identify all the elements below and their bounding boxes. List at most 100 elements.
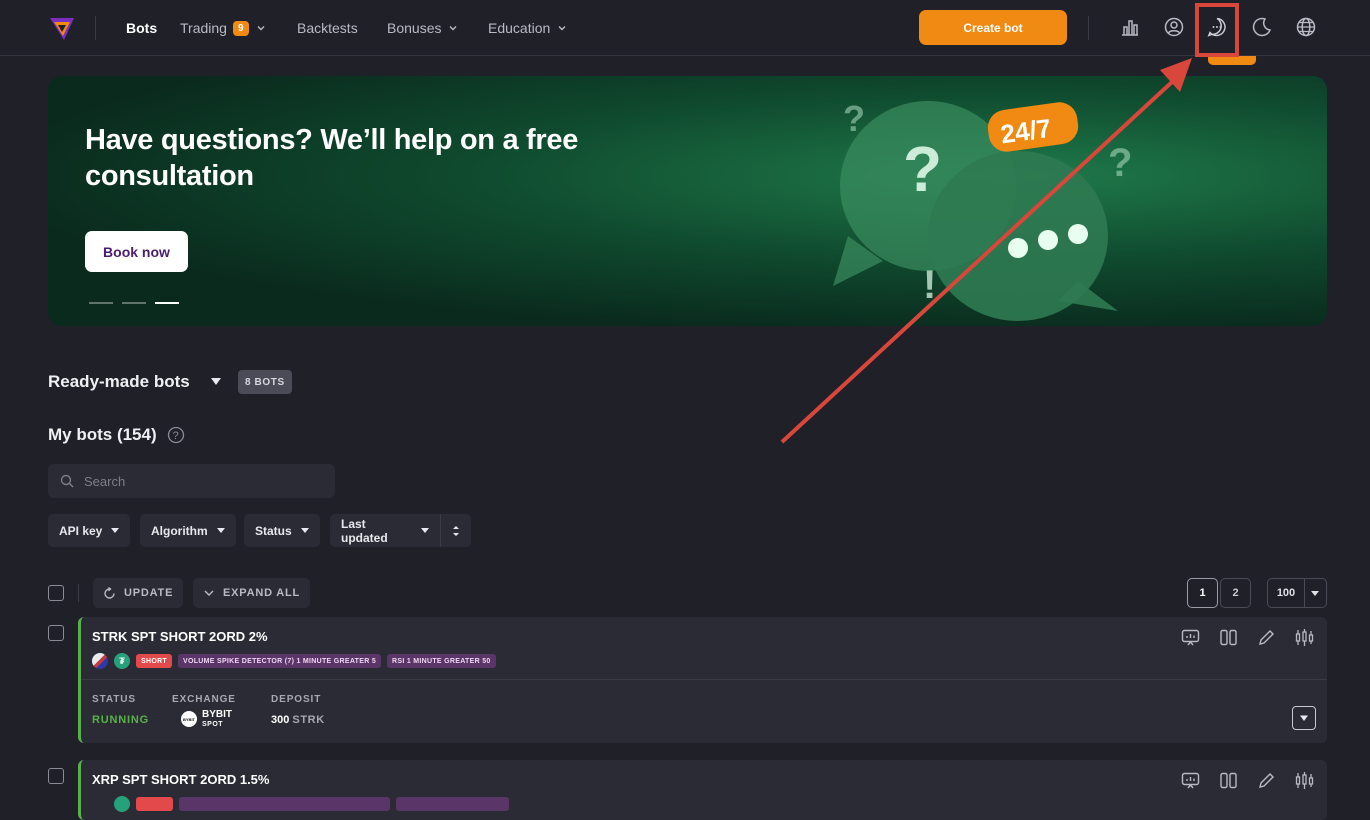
bot-card[interactable]: XRP SPT SHORT 2ORD 1.5% <box>78 760 1327 820</box>
nav-label: Education <box>488 20 551 36</box>
help-icon[interactable]: ? <box>167 426 185 444</box>
trading-count-badge: 9 <box>232 20 249 36</box>
indicator-tag <box>179 797 390 811</box>
nav-bonuses[interactable]: Bonuses <box>387 0 458 56</box>
page-1-button[interactable]: 1 <box>1187 578 1218 608</box>
nav-trading[interactable]: Trading 9 <box>180 0 266 56</box>
indicator-tag: VOLUME SPIKE DETECTOR (7) 1 MINUTE GREAT… <box>178 654 382 668</box>
filter-status[interactable]: Status <box>244 514 320 547</box>
select-all-checkbox[interactable] <box>48 585 64 601</box>
caret-down-icon <box>300 528 309 533</box>
create-bot-button[interactable]: Create bot <box>919 10 1067 45</box>
status-value: RUNNING <box>92 714 149 726</box>
tether-coin-icon: ₮ <box>114 653 130 669</box>
expand-all-button[interactable]: EXPAND ALL <box>193 578 311 608</box>
bot-select-checkbox[interactable] <box>48 768 64 784</box>
caret-down-icon[interactable] <box>210 377 222 387</box>
svg-text:?: ? <box>173 430 179 442</box>
filter-last-updated[interactable]: Last updated <box>330 514 440 547</box>
bot-card[interactable]: STRK SPT SHORT 2ORD 2% ₮ SHORT VOLUME SP… <box>78 617 1327 743</box>
bot-name[interactable]: STRK SPT SHORT 2ORD 2% <box>92 629 268 644</box>
annotation-highlight-box <box>1195 3 1239 57</box>
statistics-icon[interactable] <box>1180 627 1201 648</box>
sort-icon <box>453 525 459 536</box>
candles-icon[interactable] <box>1294 627 1315 648</box>
strk-coin-icon <box>92 653 108 669</box>
candles-icon[interactable] <box>1294 770 1315 791</box>
filter-label: Last updated <box>341 516 388 545</box>
bot-name[interactable]: XRP SPT SHORT 2ORD 1.5% <box>92 772 269 787</box>
expand-all-label: EXPAND ALL <box>223 587 301 599</box>
bot-tags: ₮ SHORT VOLUME SPIKE DETECTOR (7) 1 MINU… <box>92 653 496 669</box>
divider <box>1304 579 1305 607</box>
chevron-down-icon <box>257 26 265 31</box>
chevron-down-icon <box>204 590 214 596</box>
edit-icon[interactable] <box>1256 770 1277 791</box>
nav-label: Backtests <box>297 20 358 36</box>
svg-text:?: ? <box>843 98 865 139</box>
brand-logo[interactable] <box>48 14 76 42</box>
chart-icon[interactable] <box>1119 16 1141 38</box>
exchange-market: SPOT <box>202 721 224 728</box>
chat-bubbles-illustration: ? ? ? ! 24/7 <box>833 98 1132 321</box>
nav-label: Bonuses <box>387 20 442 36</box>
book-now-button[interactable]: Book now <box>85 231 188 272</box>
bots-count-badge: 8 BOTS <box>238 370 292 394</box>
svg-text:?: ? <box>903 133 942 205</box>
edit-icon[interactable] <box>1256 627 1277 648</box>
bot-select-checkbox[interactable] <box>48 625 64 641</box>
search-icon <box>60 474 74 488</box>
divider <box>95 16 96 40</box>
user-icon[interactable] <box>1163 16 1185 38</box>
nav-bots[interactable]: Bots <box>126 0 157 56</box>
svg-text:!: ! <box>923 263 936 307</box>
nav-label: Bots <box>126 20 158 36</box>
carousel-dots <box>89 302 179 304</box>
filter-api-key[interactable]: API key <box>48 514 131 547</box>
svg-text:?: ? <box>1108 141 1132 185</box>
deposit-value: 300 STRK <box>271 714 325 726</box>
deposit-coin: STRK <box>292 714 325 726</box>
statistics-icon[interactable] <box>1180 770 1201 791</box>
per-page-select[interactable]: 100 <box>1267 578 1327 608</box>
side-tag: SHORT <box>136 654 172 668</box>
sort-direction-button[interactable] <box>440 514 471 547</box>
bot-actions <box>1180 770 1315 791</box>
search-input[interactable] <box>84 473 314 489</box>
compare-columns-icon[interactable] <box>1218 627 1239 648</box>
divider <box>1088 16 1089 40</box>
refresh-icon <box>104 586 115 599</box>
filter-algorithm[interactable]: Algorithm <box>140 514 236 547</box>
top-navbar: Bots Trading 9 Backtests Bonuses Educati… <box>0 0 1370 56</box>
compare-columns-icon[interactable] <box>1218 770 1239 791</box>
expand-bot-button[interactable] <box>1292 706 1316 730</box>
indicator-tag <box>396 797 509 811</box>
divider <box>78 584 79 602</box>
filter-label: Status <box>255 523 292 538</box>
nav-education[interactable]: Education <box>488 0 567 56</box>
carousel-dot[interactable] <box>122 302 146 304</box>
nav-backtests[interactable]: Backtests <box>297 0 358 56</box>
carousel-dot[interactable] <box>89 302 113 304</box>
caret-down-icon <box>1300 715 1308 721</box>
side-tag <box>136 797 173 811</box>
update-button[interactable]: UPDATE <box>93 578 184 608</box>
moon-icon[interactable] <box>1251 16 1273 38</box>
page-2-button[interactable]: 2 <box>1220 578 1251 608</box>
deposit-amount: 300 <box>271 714 290 726</box>
my-bots-title: My bots (154) <box>48 425 157 444</box>
chevron-down-icon <box>449 26 457 31</box>
tether-coin-icon <box>114 796 130 812</box>
orange-indicator-tab[interactable] <box>1208 56 1256 65</box>
search-field[interactable] <box>48 464 335 498</box>
per-page-value: 100 <box>1276 587 1296 599</box>
globe-icon[interactable] <box>1295 16 1317 38</box>
exchange-label: EXCHANGE <box>172 694 236 705</box>
ready-made-bots-title[interactable]: Ready-made bots <box>48 372 190 392</box>
caret-down-icon <box>421 528 429 533</box>
carousel-dot-active[interactable] <box>155 302 179 304</box>
nav-label: Trading <box>180 20 227 36</box>
coin-icon <box>92 796 108 812</box>
chevron-down-icon <box>558 26 566 31</box>
promo-banner[interactable]: Have questions? We’ll help on a free con… <box>48 76 1327 326</box>
